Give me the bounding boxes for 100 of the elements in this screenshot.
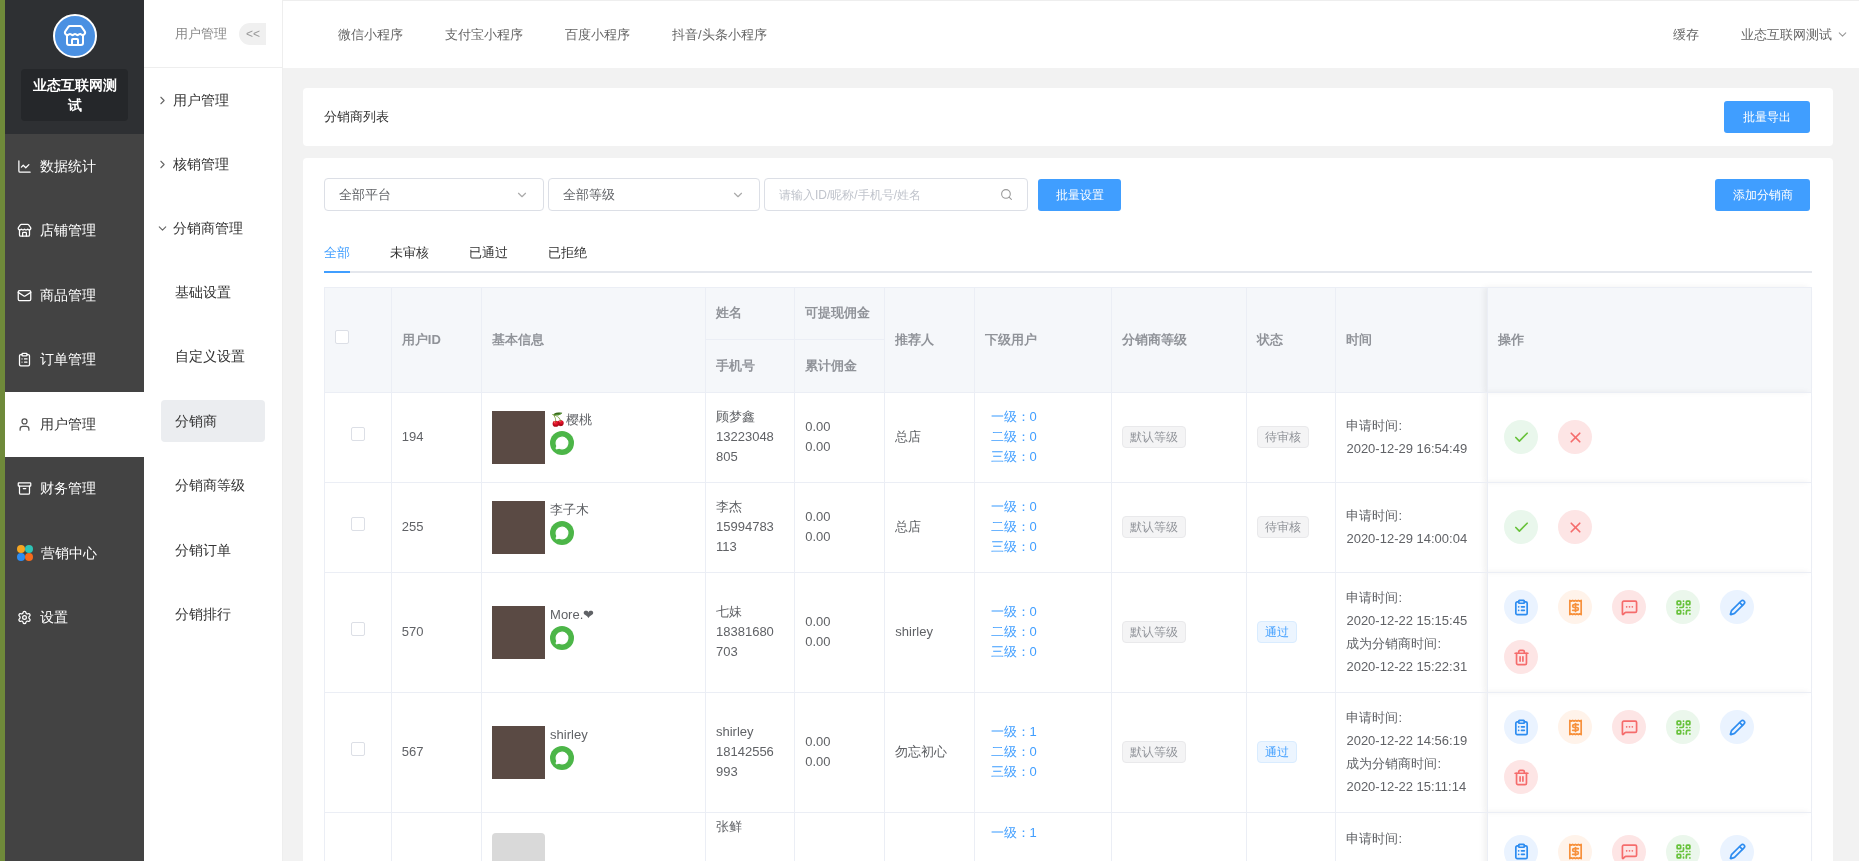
menu-item[interactable]: 订单管理 [5, 327, 144, 392]
submenu-group[interactable]: 分销商管理 [144, 196, 282, 260]
message-button[interactable] [1612, 834, 1647, 861]
clipboard-button[interactable] [1504, 834, 1539, 861]
column-header: 手机号 [716, 357, 755, 373]
clipboard-button[interactable] [1504, 590, 1539, 624]
menu-item[interactable]: 设置 [5, 585, 144, 650]
menu-item[interactable]: 数据统计 [5, 134, 144, 199]
column-header: 推荐人 [895, 331, 935, 347]
column-header: 操作 [1498, 331, 1525, 347]
qr-code-button[interactable] [1666, 590, 1701, 624]
section-title: 用户管理 [175, 24, 227, 43]
checkbox[interactable] [350, 427, 365, 442]
withdrawable-amount: 0.00 [805, 733, 832, 751]
level-tag: 默认等级 [1122, 621, 1187, 643]
checkbox[interactable] [335, 329, 349, 344]
cache-link[interactable]: 缓存 [1673, 24, 1699, 45]
platform-select[interactable]: 全部平台 [324, 178, 544, 211]
time-text: 2020-12-22 15:15:45 [1346, 612, 1469, 630]
submenu-group[interactable]: 用户管理 [144, 68, 282, 132]
menu-item[interactable]: 商品管理 [5, 263, 144, 328]
menu-item[interactable]: 财务管理 [5, 456, 144, 521]
level-select[interactable]: 全部等级 [548, 178, 760, 211]
checkbox[interactable] [350, 622, 365, 637]
submenu-item[interactable]: 分销商 [161, 400, 265, 443]
chat-bubble-icon [1620, 843, 1638, 860]
submenu-item[interactable]: 分销订单 [161, 529, 265, 572]
message-button[interactable] [1612, 590, 1647, 624]
qr-code-icon [1674, 843, 1692, 860]
status-tab[interactable]: 已通过 [469, 243, 508, 273]
total-amount: 0.00 [805, 438, 832, 456]
nickname: More.❤ [550, 605, 595, 624]
submenu-item[interactable]: 分销商等级 [161, 464, 265, 507]
delete-button[interactable] [1504, 640, 1539, 674]
approve-button[interactable] [1504, 510, 1539, 544]
edit-button[interactable] [1720, 834, 1755, 861]
phone-number: 18381680703 [716, 623, 775, 661]
submenu-item[interactable]: 自定义设置 [161, 335, 265, 378]
platform-tab[interactable]: 百度小程序 [565, 24, 630, 45]
phone-number: 13223048805 [716, 428, 775, 466]
reject-button[interactable] [1558, 510, 1593, 544]
menu-icon [17, 158, 32, 174]
menu-item[interactable]: 营销中心 [5, 521, 144, 586]
time-text: 成为分销商时间: [1346, 635, 1443, 653]
submenu-group[interactable]: 核销管理 [144, 132, 282, 196]
message-button[interactable] [1612, 710, 1647, 744]
wechat-icon [550, 520, 575, 545]
status-tag: 通过 [1257, 621, 1298, 643]
platform-tab[interactable]: 支付宝小程序 [445, 24, 523, 45]
status-tab[interactable]: 未审核 [390, 243, 429, 273]
submenu-item[interactable]: 基础设置 [161, 271, 265, 314]
phone-number: 15994783113 [716, 518, 775, 556]
receipt-icon [1566, 843, 1584, 860]
platform-tab[interactable]: 微信小程序 [338, 24, 403, 45]
referrer-name: shirley [895, 624, 933, 640]
wechat-icon [550, 625, 575, 650]
referrer-name: 总店 [895, 519, 922, 535]
status-tab[interactable]: 已拒绝 [548, 243, 587, 273]
real-name: 张鲜 [716, 817, 743, 836]
submenu-item[interactable]: 分销排行 [161, 593, 265, 636]
clipboard-button[interactable] [1504, 710, 1539, 744]
qr-code-icon [1674, 598, 1692, 616]
menu-item[interactable]: 店铺管理 [5, 198, 144, 263]
receipt-button[interactable] [1558, 834, 1593, 861]
trash-icon [1512, 648, 1530, 666]
delete-button[interactable] [1504, 760, 1539, 794]
qr-code-button[interactable] [1666, 834, 1701, 861]
referrer-name: 勿忘初心 [895, 744, 948, 760]
checkbox[interactable] [350, 517, 365, 532]
column-header: 下级用户 [984, 331, 1037, 347]
time-text: 2020-12-29 14:00:04 [1346, 530, 1469, 548]
chat-bubble-icon [1620, 598, 1638, 616]
pinwheel-icon [17, 545, 33, 562]
time-text: 2020-12-29 16:54:49 [1346, 440, 1469, 458]
photo-placeholder [492, 725, 546, 779]
page-title: 分销商列表 [324, 108, 389, 127]
platform-tab[interactable]: 抖音/头条小程序 [672, 24, 767, 45]
approve-button[interactable] [1504, 420, 1539, 454]
receipt-button[interactable] [1558, 590, 1593, 624]
column-header: 分销商等级 [1122, 331, 1188, 347]
account-menu[interactable]: 业态互联网测试 [1741, 24, 1849, 45]
search-box[interactable]: 请输入ID/昵称/手机号/姓名 [764, 178, 1028, 211]
edit-button[interactable] [1720, 590, 1755, 624]
real-name: 李杰 [716, 498, 743, 516]
time-text: 申请时间: [1346, 417, 1404, 435]
withdrawable-amount: 0.00 [805, 418, 832, 436]
clipboard-icon [1512, 843, 1530, 860]
menu-item[interactable]: 用户管理 [5, 392, 144, 457]
reject-button[interactable] [1558, 420, 1593, 454]
qr-code-button[interactable] [1666, 710, 1701, 744]
real-name: shirley [716, 723, 755, 741]
search-field[interactable]: 请输入ID/昵称/手机号/姓名 [779, 185, 1000, 204]
time-text: 申请时间: [1346, 589, 1404, 607]
edit-button[interactable] [1720, 710, 1755, 744]
user-id: 570 [401, 624, 424, 640]
checkbox[interactable] [350, 742, 365, 757]
receipt-button[interactable] [1558, 710, 1593, 744]
time-text: 申请时间: [1346, 709, 1404, 727]
status-tag: 通过 [1257, 741, 1298, 763]
photo-placeholder [492, 410, 546, 464]
